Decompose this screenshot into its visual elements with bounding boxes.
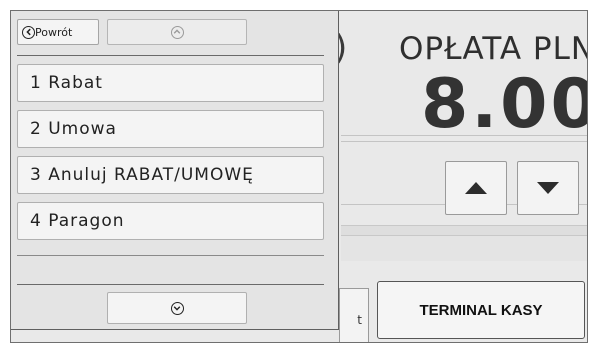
- background-band: [341, 225, 587, 235]
- arrow-down-icon: [537, 182, 559, 194]
- menu-item-paragon[interactable]: 4 Paragon: [17, 202, 324, 240]
- decrease-button[interactable]: [517, 161, 579, 215]
- chevron-down-icon: [170, 301, 184, 315]
- increase-button[interactable]: [445, 161, 507, 215]
- terminal-button[interactable]: TERMINAL KASY: [377, 281, 585, 339]
- chevron-up-icon: [170, 25, 184, 39]
- menu-item-rabat[interactable]: 1 Rabat: [17, 64, 324, 102]
- divider: [341, 141, 587, 142]
- scroll-down-button[interactable]: [107, 292, 247, 324]
- fee-label: OPŁATA PLN: [399, 31, 588, 67]
- menu-item-anuluj[interactable]: 3 Anuluj RABAT/UMOWĘ: [17, 156, 324, 194]
- divider: [17, 55, 324, 56]
- divider: [17, 284, 324, 285]
- screen-frame: ) OPŁATA PLN 8.00 t TERMINAL KASY Powrót…: [10, 10, 588, 343]
- menu-item-umowa[interactable]: 2 Umowa: [17, 110, 324, 148]
- fee-amount: 8.00: [421, 65, 588, 144]
- divider: [17, 255, 324, 256]
- scroll-up-button[interactable]: [107, 19, 247, 45]
- background-band: [341, 235, 587, 261]
- divider: [341, 135, 587, 136]
- chevron-left-icon: [22, 25, 35, 39]
- partially-hidden-button[interactable]: t: [339, 288, 369, 342]
- back-button[interactable]: Powrót: [17, 19, 99, 45]
- options-popup: Powrót 1 Rabat 2 Umowa 3 Anuluj RABAT/UM…: [11, 11, 339, 330]
- back-button-label: Powrót: [35, 25, 73, 39]
- arrow-up-icon: [465, 182, 487, 194]
